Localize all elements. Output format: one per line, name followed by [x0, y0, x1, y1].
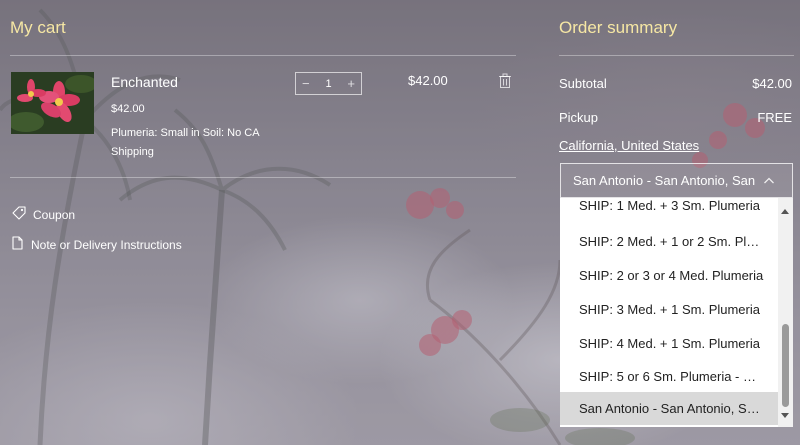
shipping-option[interactable]: SHIP: 2 Med. + 1 or 2 Sm. Plumeria [560, 225, 778, 258]
delivery-note-link[interactable]: Note or Delivery Instructions [12, 236, 182, 253]
note-label: Note or Delivery Instructions [31, 237, 182, 252]
scroll-up-arrow-icon[interactable] [781, 209, 789, 214]
pickup-label: Pickup [559, 110, 599, 125]
pickup-row: Pickup FREE [559, 110, 792, 125]
location-link[interactable]: California, United States [559, 138, 699, 153]
trash-icon[interactable] [498, 73, 512, 89]
shipping-option[interactable]: SHIP: 5 or 6 Sm. Plumeria - San Antonio [560, 360, 778, 393]
scroll-down-arrow-icon[interactable] [781, 413, 789, 418]
shipping-options-list[interactable]: SHIP: 1 Med. + 3 Sm. Plumeria SHIP: 2 Me… [560, 198, 793, 427]
shipping-option[interactable]: SHIP: 4 Med. + 1 Sm. Plumeria [560, 327, 778, 360]
document-icon [12, 236, 23, 253]
product-unit-price: $42.00 [111, 103, 145, 115]
scrollbar-thumb[interactable] [782, 324, 789, 407]
shipping-method-select[interactable]: San Antonio - San Antonio, San Antonio [560, 163, 793, 198]
divider [10, 55, 516, 56]
shipping-option[interactable]: SHIP: 2 or 3 or 4 Med. Plumeria [560, 259, 778, 292]
cart-title: My cart [10, 18, 66, 37]
coupon-link[interactable]: Coupon [12, 206, 75, 223]
tag-icon [12, 206, 26, 223]
product-image[interactable] [11, 72, 94, 134]
coupon-label: Coupon [33, 207, 76, 222]
increment-button[interactable]: + [347, 76, 355, 91]
decrement-button[interactable]: − [302, 76, 310, 91]
quantity-stepper[interactable]: − 1 + [295, 72, 362, 95]
shipping-option-highlighted[interactable]: San Antonio - San Antonio, San Antonio [560, 392, 778, 425]
quantity-value[interactable]: 1 [325, 78, 331, 90]
subtotal-value: $42.00 [752, 76, 792, 91]
summary-title: Order summary [559, 18, 678, 37]
product-options: Plumeria: Small in Soil: No CA Shipping [111, 127, 259, 158]
pickup-value: FREE [757, 110, 792, 125]
chevron-up-icon [763, 175, 775, 187]
divider [10, 177, 516, 178]
product-name[interactable]: Enchanted [111, 74, 178, 90]
dropdown-scrollbar[interactable] [778, 198, 793, 427]
line-total: $42.00 [408, 73, 448, 88]
shipping-option[interactable]: SHIP: 1 Med. + 3 Sm. Plumeria [560, 198, 778, 222]
subtotal-row: Subtotal $42.00 [559, 76, 792, 91]
divider [559, 55, 794, 56]
subtotal-label: Subtotal [559, 76, 607, 91]
shipping-option[interactable]: SHIP: 3 Med. + 1 Sm. Plumeria [560, 293, 778, 326]
selected-shipping-option: San Antonio - San Antonio, San Antonio [573, 173, 755, 188]
